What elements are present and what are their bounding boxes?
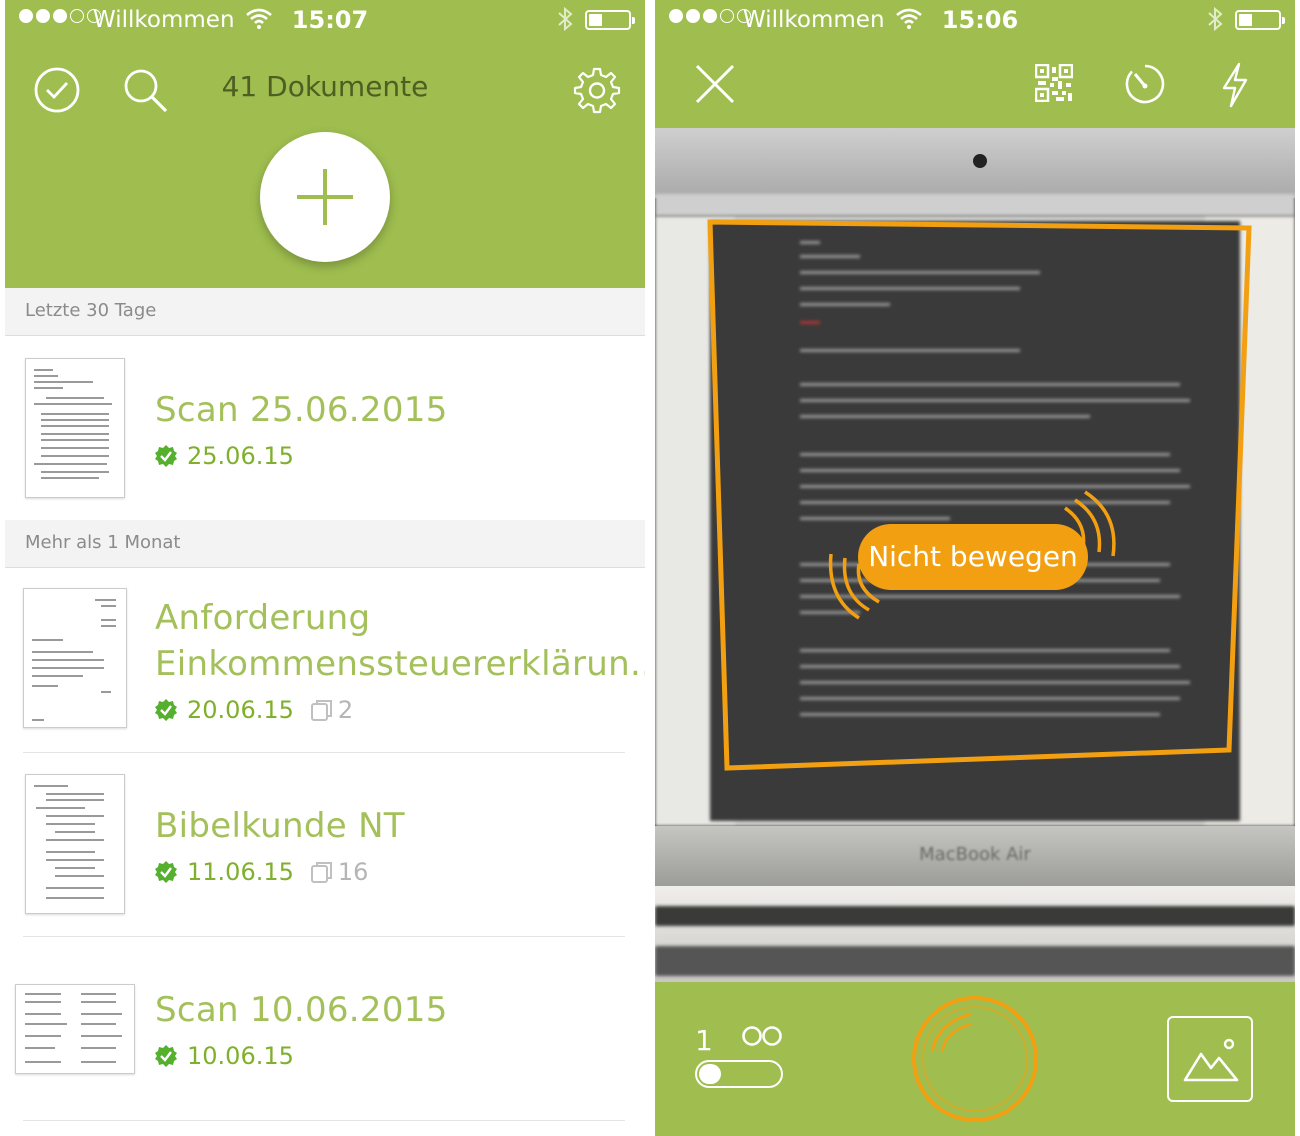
timer-icon[interactable] xyxy=(1123,62,1167,106)
green-check-badge-icon xyxy=(155,445,177,467)
batch-mode-toggle[interactable] xyxy=(695,1060,783,1088)
toolbar: 41 Dokumente xyxy=(5,52,645,124)
clock: 15:06 xyxy=(941,6,1019,34)
battery-icon xyxy=(1235,10,1285,30)
document-meta: 20.06.15 2 xyxy=(155,696,353,724)
add-document-button[interactable] xyxy=(260,132,390,262)
camera-controls: 1 xyxy=(655,982,1295,1136)
document-meta: 10.06.15 xyxy=(155,1042,294,1070)
battery-icon xyxy=(585,10,635,30)
camera-viewfinder[interactable]: MacBook Air Nicht bewegen xyxy=(655,128,1295,982)
status-bar: Willkommen 15:06 xyxy=(655,0,1295,40)
clock: 15:07 xyxy=(291,6,369,34)
list-item[interactable]: Scan 10.06.2015 10.06.15 xyxy=(5,936,645,1120)
document-date: 25.06.15 xyxy=(187,442,294,470)
document-thumbnail xyxy=(15,984,135,1074)
list-item[interactable]: Scan 25.06.2015 25.06.15 xyxy=(5,336,645,520)
hint-message: Nicht bewegen xyxy=(858,524,1088,590)
bluetooth-icon xyxy=(558,6,573,32)
flash-icon[interactable] xyxy=(1220,62,1250,108)
status-bar: Willkommen 15:07 xyxy=(5,0,645,40)
document-title-line1: Anforderung xyxy=(155,598,371,638)
toggle-knob xyxy=(699,1064,721,1084)
shutter-button-icon[interactable] xyxy=(910,994,1040,1124)
pages-stack-icon xyxy=(310,862,332,883)
gallery-button[interactable] xyxy=(1167,1016,1253,1102)
list-item[interactable]: Bibelkunde NT 11.06.15 16 xyxy=(5,752,645,936)
document-date: 20.06.15 xyxy=(187,696,294,724)
divider xyxy=(23,1120,625,1121)
list-item[interactable]: Anforderung Einkommenssteuererklärun... … xyxy=(5,568,645,752)
camera-screen: Willkommen 15:06 MacBook Air Nicht beweg… xyxy=(655,0,1295,1136)
plus-icon xyxy=(297,169,353,225)
section-header-older: Mehr als 1 Monat xyxy=(5,520,645,568)
green-check-badge-icon xyxy=(155,699,177,721)
qr-code-icon[interactable] xyxy=(1035,64,1073,102)
single-mode-label: 1 xyxy=(695,1024,713,1057)
document-thumbnail xyxy=(23,588,127,728)
page-title: 41 Dokumente xyxy=(221,70,429,103)
gear-icon[interactable] xyxy=(573,66,621,114)
document-date: 10.06.15 xyxy=(187,1042,294,1070)
infinity-icon xyxy=(742,1026,782,1046)
document-meta: 11.06.15 16 xyxy=(155,858,368,886)
close-icon[interactable] xyxy=(695,64,735,104)
document-title: Scan 10.06.2015 xyxy=(155,990,448,1030)
green-check-badge-icon xyxy=(155,1045,177,1067)
document-title: Scan 25.06.2015 xyxy=(155,390,448,430)
document-thumbnail xyxy=(25,358,125,498)
document-title-line2: Einkommenssteuererklärun... xyxy=(155,644,645,684)
documents-screen: Willkommen 15:07 41 Dokumente Letzte 30 … xyxy=(5,0,645,1136)
document-title: Bibelkunde NT xyxy=(155,806,405,846)
document-meta: 25.06.15 xyxy=(155,442,294,470)
gallery-icon xyxy=(1183,1038,1239,1082)
document-thumbnail xyxy=(25,774,125,914)
document-date: 11.06.15 xyxy=(187,858,294,886)
pages-stack-icon xyxy=(310,700,332,721)
page-count: 16 xyxy=(310,858,368,886)
bluetooth-icon xyxy=(1208,6,1223,32)
section-header-recent: Letzte 30 Tage xyxy=(5,288,645,336)
page-count: 2 xyxy=(310,696,353,724)
green-check-badge-icon xyxy=(155,861,177,883)
